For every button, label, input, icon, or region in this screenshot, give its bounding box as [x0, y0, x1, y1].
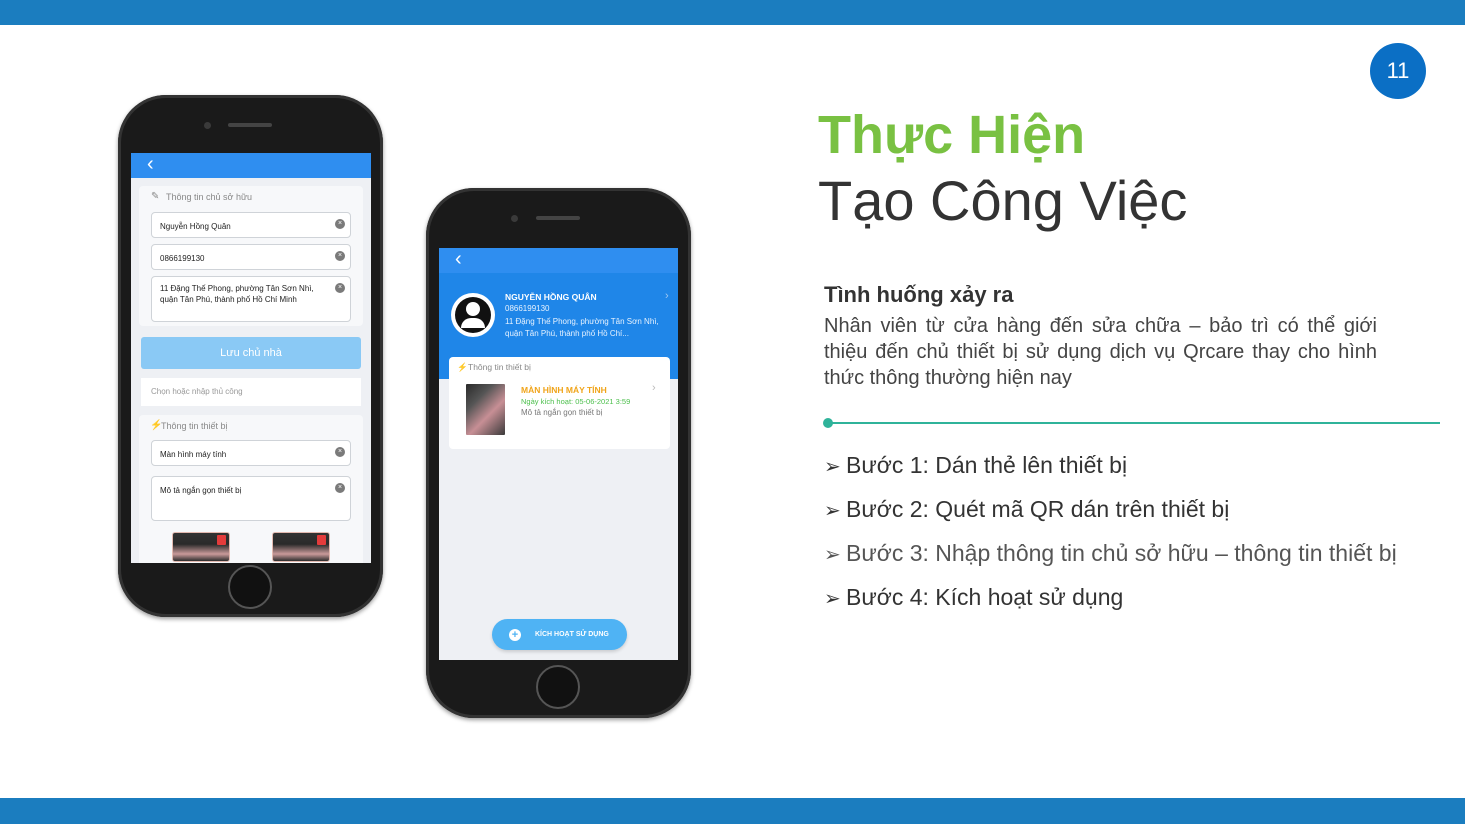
- owner-address-value: 11 Đặng Thế Phong, phường Tân Sơn Nhì, q…: [160, 284, 314, 304]
- device-name: MÀN HÌNH MÁY TÍNH: [521, 385, 607, 395]
- divider: [830, 422, 1440, 424]
- avatar: [451, 293, 495, 337]
- situation-heading: Tình huống xảy ra: [824, 282, 1014, 307]
- earpiece-speaker: [536, 216, 580, 220]
- bolt-icon: ⚡: [457, 362, 468, 372]
- user-edit-icon: ✎: [151, 191, 160, 202]
- app-bar: ‹: [439, 248, 678, 273]
- step-item: ➢ Bước 4: Kích hoạt sử dụng: [824, 584, 1124, 610]
- owner-name-field[interactable]: Nguyễn Hồng Quân ×: [151, 212, 351, 238]
- arrow-bullet-icon: ➢: [824, 588, 841, 610]
- phone-screen: ‹ NGUYỄN HỒNG QUÂN 0866199130 11 Đặng Th…: [439, 248, 678, 660]
- phone-screen: ‹ Thông tin chủ sở hữu ✎ Nguyễn Hồng Quâ…: [131, 153, 371, 563]
- clear-icon[interactable]: ×: [335, 283, 345, 293]
- delete-icon[interactable]: [217, 535, 226, 545]
- owner-name: NGUYỄN HỒNG QUÂN: [505, 292, 597, 302]
- front-camera: [511, 215, 518, 222]
- device-desc-value: Mô tả ngắn gọn thiết bị: [160, 486, 242, 495]
- back-icon[interactable]: ‹: [147, 153, 154, 175]
- chevron-right-icon: ›: [652, 382, 656, 394]
- bottom-banner: [0, 798, 1465, 824]
- user-icon-body: [461, 318, 485, 328]
- clear-icon[interactable]: ×: [335, 447, 345, 457]
- device-photo-thumbnail[interactable]: [172, 532, 230, 562]
- top-banner: [0, 0, 1465, 25]
- title-line-2: Tạo Công Việc: [818, 169, 1188, 232]
- steps-list: ➢ Bước 1: Dán thẻ lên thiết bị ➢ Bước 2: Q…: [824, 452, 1397, 628]
- save-owner-button[interactable]: Lưu chủ nhà: [141, 337, 361, 369]
- clear-icon[interactable]: ×: [335, 251, 345, 261]
- device-section-label: Thông tin thiết bị: [161, 421, 228, 431]
- phone-mockup-owner-form: ‹ Thông tin chủ sở hữu ✎ Nguyễn Hồng Quâ…: [118, 95, 383, 617]
- device-card[interactable]: ⚡ Thông tin thiết bị MÀN HÌNH MÁY TÍNH N…: [449, 357, 670, 449]
- title-line-1: Thực Hiện: [818, 105, 1086, 165]
- step-item: ➢ Bước 2: Quét mã QR dán trên thiết bị: [824, 496, 1230, 522]
- device-description: Mô tả ngắn gọn thiết bị: [521, 408, 603, 417]
- arrow-bullet-icon: ➢: [824, 544, 841, 566]
- manual-picker-input[interactable]: Chọn hoặc nhập thủ công: [141, 378, 361, 406]
- activate-button-label: KÍCH HOẠT SỬ DỤNG: [535, 631, 609, 638]
- owner-address-field[interactable]: 11 Đặng Thế Phong, phường Tân Sơn Nhì, q…: [151, 276, 351, 322]
- device-section-label: Thông tin thiết bị: [468, 362, 531, 372]
- owner-phone-field[interactable]: 0866199130 ×: [151, 244, 351, 270]
- arrow-bullet-icon: ➢: [824, 500, 841, 522]
- back-icon[interactable]: ‹: [455, 248, 462, 270]
- device-photo-thumbnail[interactable]: [272, 532, 330, 562]
- phone-mockup-device-detail: ‹ NGUYỄN HỒNG QUÂN 0866199130 11 Đặng Th…: [426, 188, 691, 718]
- device-name-value: Màn hình máy tính: [160, 450, 227, 459]
- owner-address: 11 Đặng Thế Phong, phường Tân Sơn Nhì, q…: [505, 317, 659, 338]
- clear-icon[interactable]: ×: [335, 483, 345, 493]
- step-item: ➢ Bước 3: Nhập thông tin chủ sở hữu – thô…: [824, 540, 1397, 566]
- chevron-right-icon: ›: [665, 290, 669, 302]
- owner-section-label: Thông tin chủ sở hữu: [166, 192, 252, 202]
- app-bar: ‹: [131, 153, 371, 178]
- delete-icon[interactable]: [317, 535, 326, 545]
- situation-body: Nhân viên từ cửa hàng đến sửa chữa – bảo…: [824, 315, 1377, 389]
- clear-icon[interactable]: ×: [335, 219, 345, 229]
- owner-name-value: Nguyễn Hồng Quân: [160, 222, 231, 231]
- divider-dot: [823, 418, 833, 428]
- owner-phone: 0866199130: [505, 304, 550, 313]
- step-item: ➢ Bước 1: Dán thẻ lên thiết bị: [824, 452, 1128, 478]
- page-number-badge: 11: [1370, 43, 1426, 99]
- arrow-bullet-icon: ➢: [824, 456, 841, 478]
- activate-button[interactable]: + KÍCH HOẠT SỬ DỤNG: [492, 619, 627, 650]
- home-button[interactable]: [228, 565, 272, 609]
- device-desc-field[interactable]: Mô tả ngắn gọn thiết bị ×: [151, 476, 351, 521]
- plus-circle-icon: +: [509, 628, 521, 641]
- activation-date: Ngày kích hoạt: 05-06-2021 3:59: [521, 397, 631, 406]
- device-photo: [466, 384, 505, 435]
- front-camera: [204, 122, 211, 129]
- owner-phone-value: 0866199130: [160, 254, 205, 263]
- device-name-field[interactable]: Màn hình máy tính ×: [151, 440, 351, 466]
- home-button[interactable]: [536, 665, 580, 709]
- earpiece-speaker: [228, 123, 272, 127]
- user-icon-head: [466, 302, 480, 316]
